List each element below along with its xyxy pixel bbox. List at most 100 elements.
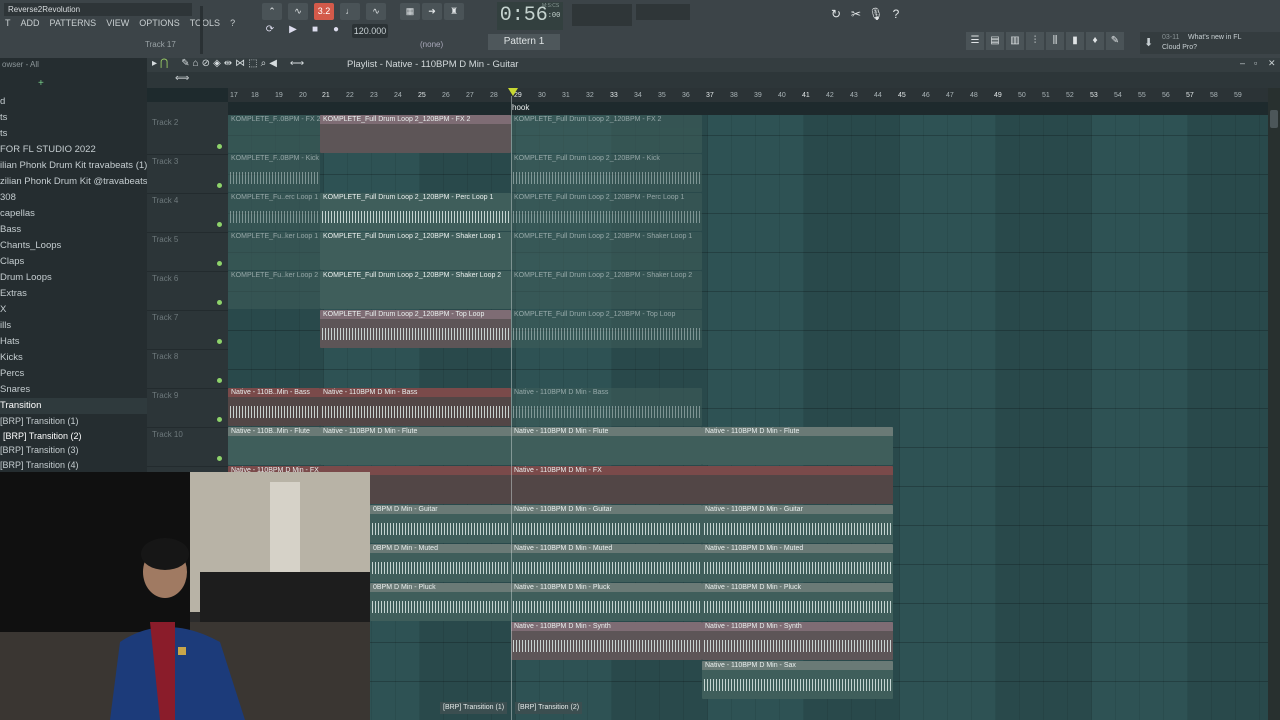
track-header[interactable]: Track 6 — [147, 271, 228, 311]
scroll-arrows-icon[interactable]: ⟺ — [175, 73, 189, 84]
slip-icon[interactable]: ⇹ — [224, 58, 232, 69]
mode-button[interactable]: 3.2 — [314, 3, 334, 20]
audio-clip[interactable]: Native - 110BPM D Min - Guitar — [702, 505, 893, 543]
project-title[interactable]: Reverse2Revolution — [4, 3, 192, 16]
audio-clip[interactable]: KOMPLETE_Full Drum Loop 2_120BPM - Shake… — [511, 232, 702, 270]
audio-clip[interactable]: Native - 110BPM D Min - Bass — [511, 388, 702, 426]
audio-clip[interactable]: KOMPLETE_Full Drum Loop 2_120BPM - Perc … — [320, 193, 511, 231]
audio-clip[interactable]: KOMPLETE_F..0BPM - FX 2 — [228, 115, 320, 153]
audio-clip[interactable]: Native - 110BPM D Min - Muted — [702, 544, 893, 582]
channel-rack-icon[interactable]: ▤ — [986, 32, 1004, 50]
track-led[interactable] — [217, 144, 222, 149]
slice-icon[interactable]: ⋈ — [235, 58, 245, 69]
audio-clip[interactable]: Native - 110BPM D Min - Pluck — [702, 583, 893, 621]
help-icon[interactable]: ? — [888, 6, 904, 22]
close-icon[interactable]: ✕ — [1268, 58, 1276, 69]
file-icon[interactable]: ▮ — [1066, 32, 1084, 50]
menu-item-add[interactable]: ADD — [16, 18, 45, 32]
transition-clip[interactable]: [BRP] Transition (2) — [515, 702, 583, 714]
audio-clip[interactable]: Native - 110BPM D Min - Flute — [702, 427, 893, 465]
browser-header[interactable]: owser - All — [0, 58, 147, 72]
track-led[interactable] — [217, 417, 222, 422]
transition-clip[interactable]: [BRP] Transition (1) — [440, 702, 508, 714]
record-icon[interactable]: ● — [329, 23, 343, 37]
paint-icon[interactable]: ⌂ — [193, 58, 199, 69]
audio-clip[interactable]: KOMPLETE_Full Drum Loop 2_120BPM - FX 2 — [320, 115, 511, 153]
browser-item[interactable]: Percs — [0, 366, 147, 382]
browser-item[interactable]: Hats — [0, 334, 147, 350]
piano-roll-icon[interactable]: ▥ — [1006, 32, 1024, 50]
arrow-right-icon[interactable]: ▸ — [152, 58, 157, 69]
plugin-icon[interactable]: ♦ — [1086, 32, 1104, 50]
audio-clip[interactable]: Native - 110BPM D Min - FX — [511, 466, 893, 504]
keyboard-icon[interactable]: ▦ — [400, 3, 420, 20]
browser-item[interactable]: X — [0, 302, 147, 318]
audio-clip[interactable]: KOMPLETE_Full Drum Loop 2_120BPM - Shake… — [320, 232, 511, 270]
audio-clip[interactable]: KOMPLETE_Full Drum Loop 2_120BPM - Perc … — [511, 193, 702, 231]
browser-item[interactable]: d — [0, 94, 147, 110]
browser-item[interactable]: FOR FL STUDIO 2022 — [0, 142, 147, 158]
select-icon[interactable]: ⬚ — [248, 58, 257, 69]
zoom-icon[interactable]: ⌕ — [261, 58, 267, 69]
browser-item[interactable]: Extras — [0, 286, 147, 302]
browser-item[interactable]: Kicks — [0, 350, 147, 366]
audio-clip[interactable]: 0BPM D Min - Pluck — [370, 583, 511, 621]
browser-sub-item[interactable]: [BRP] Transition (1) — [0, 414, 147, 429]
minimize-icon[interactable]: – — [1240, 58, 1245, 68]
browser-sub-item[interactable]: [BRP] Transition (4) — [0, 458, 147, 473]
hook-marker-label[interactable]: hook — [512, 103, 529, 112]
browser-item[interactable]: Drum Loops — [0, 270, 147, 286]
track-led[interactable] — [217, 261, 222, 266]
browser-item[interactable]: Claps — [0, 254, 147, 270]
menu-item-file[interactable]: T — [0, 18, 16, 32]
track-header[interactable]: Track 9 — [147, 388, 228, 428]
menu-item-patterns[interactable]: PATTERNS — [45, 18, 102, 32]
pencil-icon[interactable]: ✎ — [181, 58, 189, 69]
browser-item[interactable]: Bass — [0, 222, 147, 238]
audio-clip[interactable]: 0BPM D Min - Muted — [370, 544, 511, 582]
audio-clip[interactable]: KOMPLETE_Fu..ker Loop 2 — [228, 271, 320, 309]
track-header[interactable]: Track 4 — [147, 193, 228, 233]
browser-sub-item-selected[interactable]: [BRP] Transition (2) — [0, 429, 147, 444]
scrollbar-thumb[interactable] — [1270, 110, 1278, 128]
metronome-icon[interactable]: ♩ — [340, 3, 360, 20]
track-header[interactable]: Track 2 — [147, 115, 228, 155]
speaker-icon[interactable]: ◀ — [269, 58, 277, 69]
audio-clip[interactable]: Native - 110B..Min - Flute — [228, 427, 320, 465]
audio-clip[interactable]: KOMPLETE_Full Drum Loop 2_120BPM - Top L… — [320, 310, 511, 348]
track-header[interactable]: Track 10 — [147, 427, 228, 467]
audio-clip[interactable]: Native - 110BPM D Min - Muted — [511, 544, 702, 582]
browser-item[interactable]: capellas — [0, 206, 147, 222]
maximize-icon[interactable]: ▫ — [1254, 58, 1257, 68]
play-icon[interactable]: ▶ — [286, 23, 300, 37]
brush-icon[interactable]: ✎ — [1106, 32, 1124, 50]
mixer-icon[interactable]: ⫶ — [1026, 32, 1044, 50]
audio-clip[interactable]: Native - 110BPM D Min - Guitar — [511, 505, 702, 543]
mixer2-icon[interactable]: ⫼ — [1046, 32, 1064, 50]
track-led[interactable] — [217, 339, 222, 344]
track-header[interactable]: Track 7 — [147, 310, 228, 350]
playlist-icon[interactable]: ☰ — [966, 32, 984, 50]
track-header[interactable]: Track 5 — [147, 232, 228, 272]
audio-clip[interactable]: Native - 110B..Min - Bass — [228, 388, 320, 426]
refresh-icon[interactable]: ↻ — [828, 6, 844, 22]
browser-item[interactable]: Snares — [0, 382, 147, 398]
menu-item-tools[interactable]: TOOLS — [185, 18, 225, 32]
audio-clip[interactable]: Native - 110BPM D Min - Bass — [320, 388, 511, 426]
audio-clip[interactable]: KOMPLETE_Full Drum Loop 2_120BPM - Kick — [511, 154, 702, 192]
menu-item-view[interactable]: VIEW — [101, 18, 134, 32]
browser-item[interactable]: ills — [0, 318, 147, 334]
wave-icon[interactable]: ∿ — [288, 3, 308, 20]
wait-icon[interactable]: ∿ — [366, 3, 386, 20]
track-led[interactable] — [217, 378, 222, 383]
master-volume-slider[interactable] — [200, 6, 203, 54]
tempo-display[interactable]: 120.000 — [352, 24, 388, 38]
add-icon[interactable]: + — [38, 78, 44, 89]
audio-clip[interactable]: KOMPLETE_Fu..ker Loop 1 — [228, 232, 320, 270]
audio-clip[interactable]: Native - 110BPM D Min - Flute — [320, 427, 511, 465]
stamp-icon[interactable]: ♜ — [444, 3, 464, 20]
audio-clip[interactable]: Native - 110BPM D Min - Sax — [702, 661, 893, 699]
browser-item[interactable]: Chants_Loops — [0, 238, 147, 254]
audio-clip[interactable]: Native - 110BPM D Min - Synth — [702, 622, 893, 660]
audio-clip[interactable]: Native - 110BPM D Min - Flute — [511, 427, 702, 465]
